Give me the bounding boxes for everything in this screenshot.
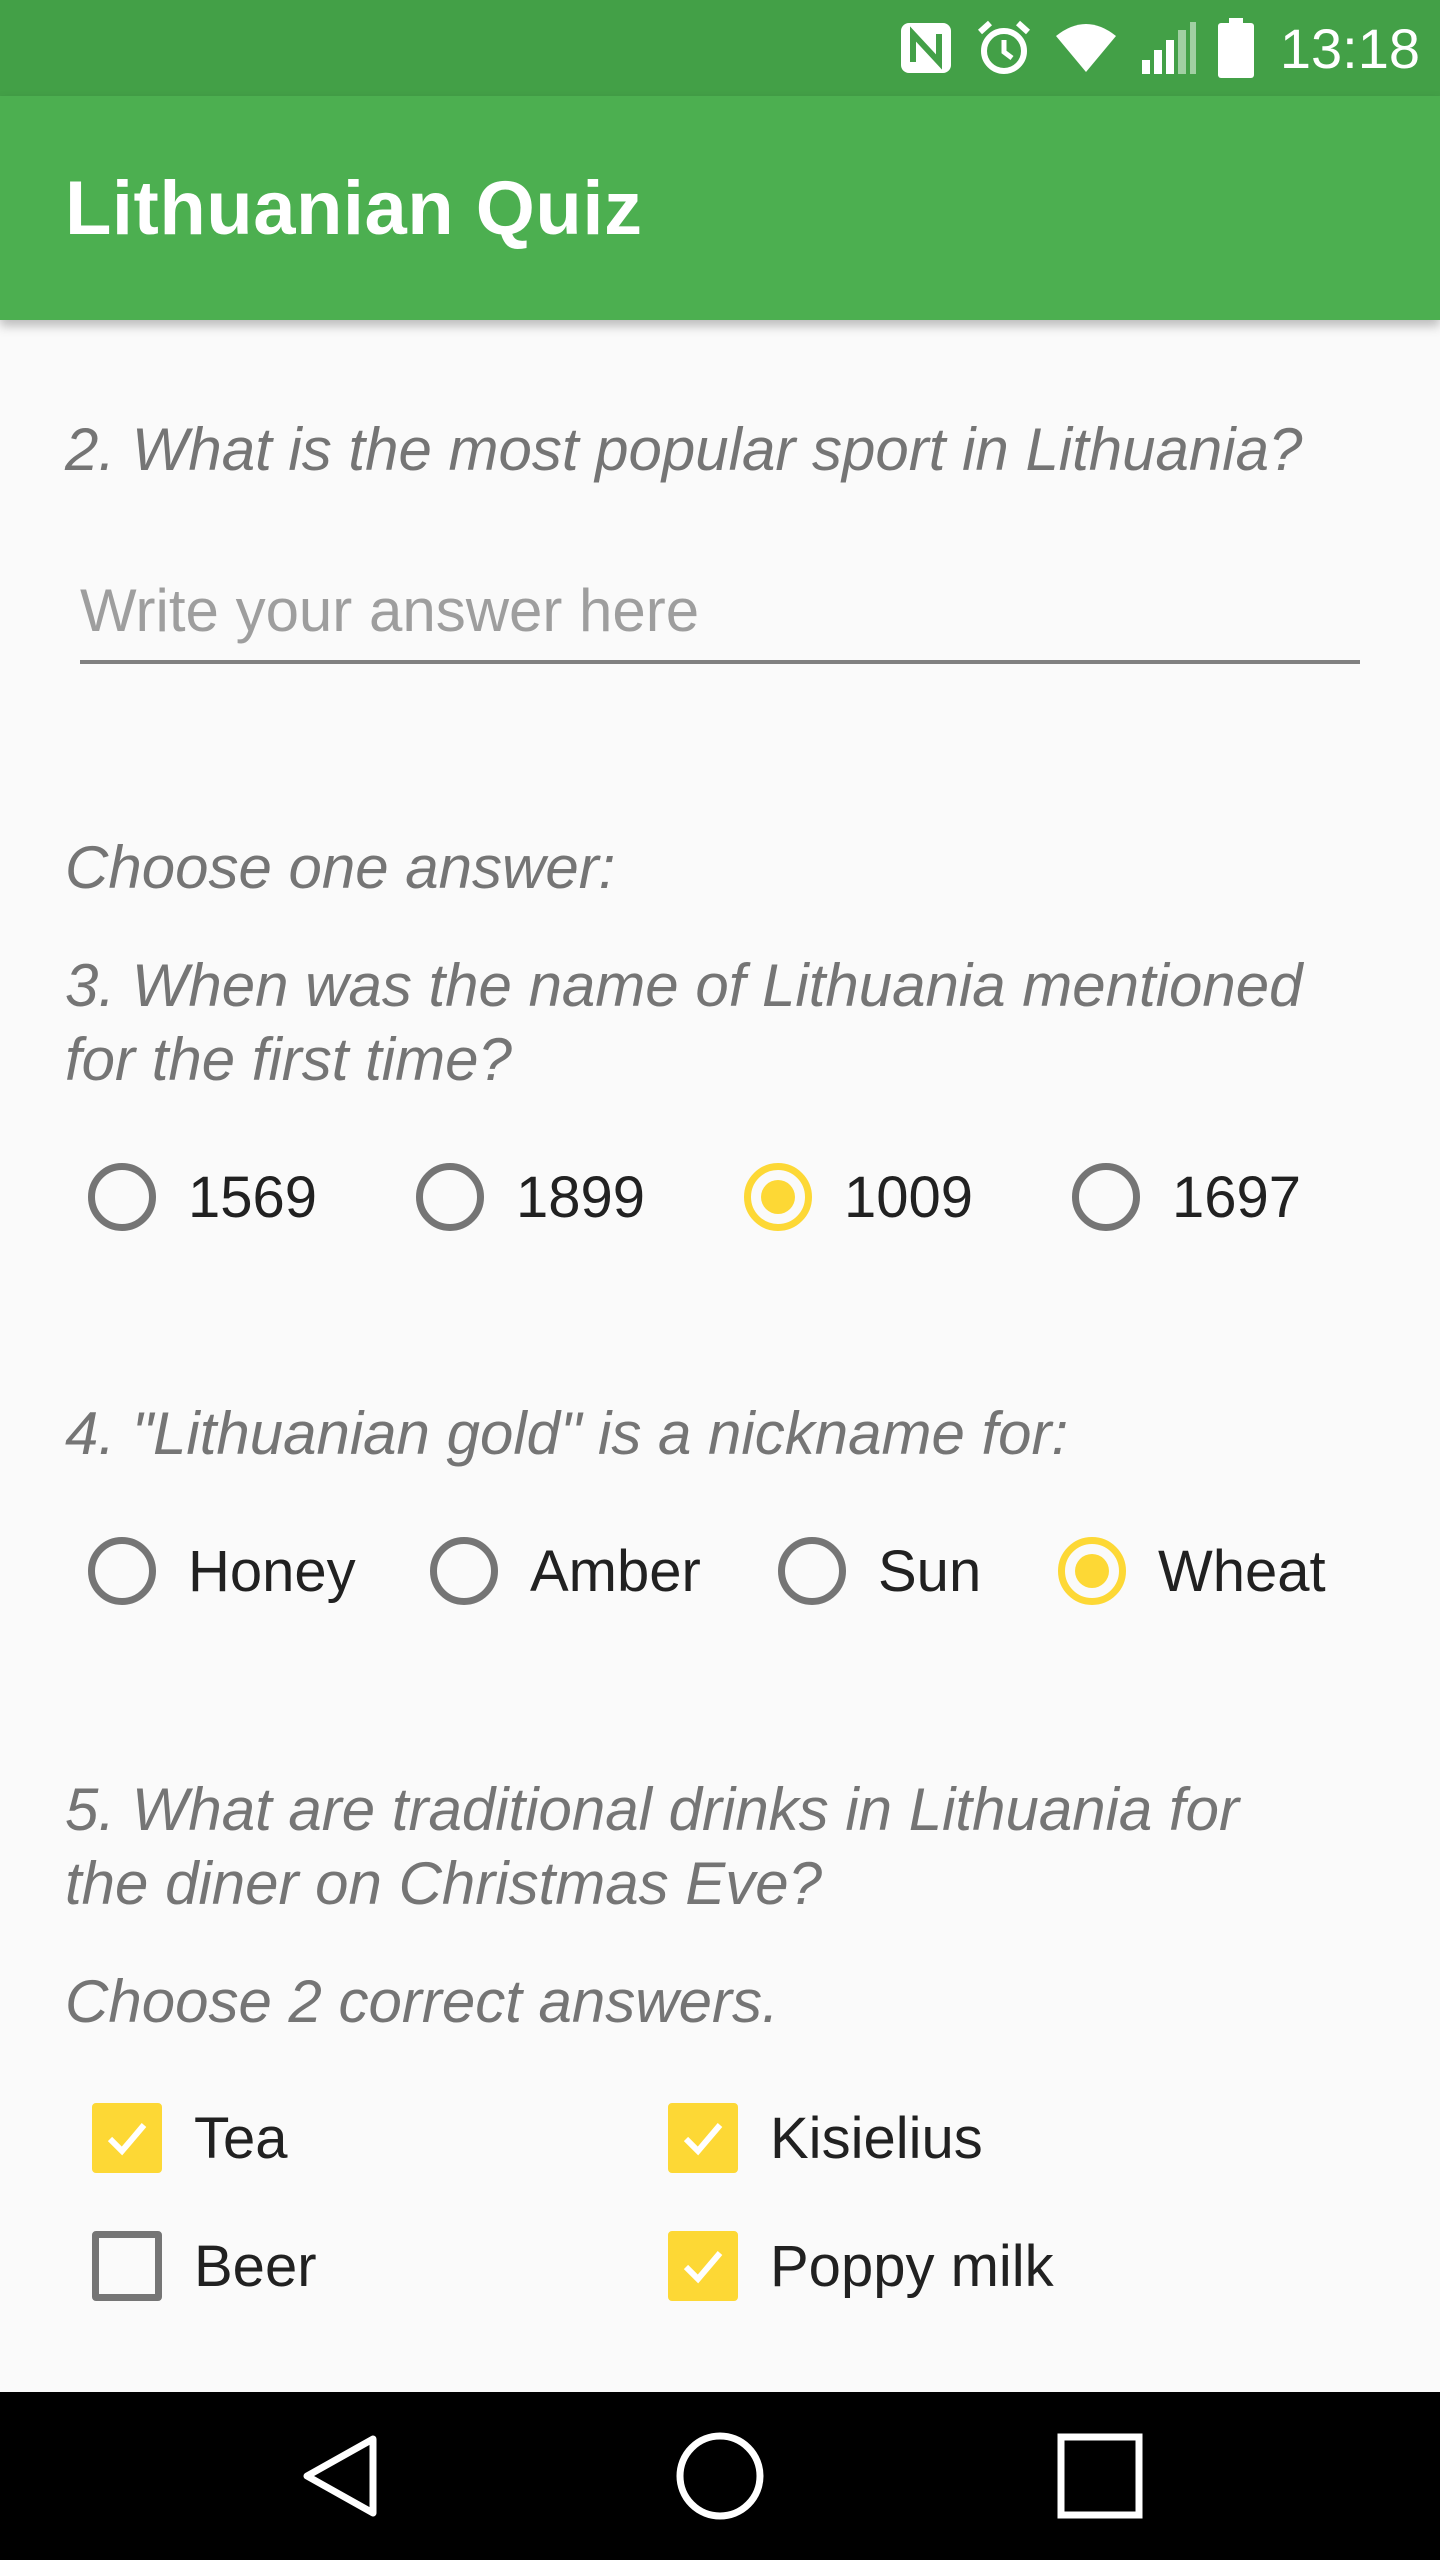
- option-label: Beer: [194, 2233, 317, 2299]
- option-label: 1899: [516, 1164, 646, 1230]
- q5-option-tea[interactable]: Tea: [92, 2103, 288, 2173]
- option-label: 1009: [844, 1164, 974, 1230]
- q2-answer-input[interactable]: [80, 560, 1360, 660]
- option-label: Poppy milk: [770, 2233, 1054, 2299]
- q5-option-kisielius[interactable]: Kisielius: [668, 2103, 983, 2173]
- q5-option-poppy-milk[interactable]: Poppy milk: [668, 2231, 1054, 2301]
- radio-button-selected[interactable]: [1058, 1537, 1126, 1605]
- checkmark-icon: [683, 2123, 723, 2156]
- battery-icon: [1217, 18, 1254, 78]
- q4-option-amber[interactable]: Amber: [430, 1537, 701, 1605]
- radio-button[interactable]: [430, 1537, 498, 1605]
- q3-question-line2: for the first time?: [65, 1026, 512, 1093]
- q5-option-beer[interactable]: Beer: [92, 2231, 317, 2301]
- radio-button[interactable]: [88, 1163, 156, 1231]
- status-bar: 13:18: [0, 0, 1440, 96]
- radio-button-selected[interactable]: [744, 1163, 812, 1231]
- q5-question-line1: 5. What are traditional drinks in Lithua…: [65, 1776, 1239, 1843]
- option-label: Honey: [188, 1538, 356, 1604]
- q4-question: 4. "Lithuanian gold" is a nickname for:: [65, 1400, 1069, 1467]
- q3-option-1569[interactable]: 1569: [88, 1163, 317, 1231]
- status-time: 13:18: [1279, 16, 1420, 80]
- app-bar: Lithuanian Quiz: [0, 96, 1440, 320]
- option-label: Wheat: [1158, 1538, 1326, 1604]
- option-label: 1697: [1172, 1164, 1302, 1230]
- q3-instruction: Choose one answer:: [65, 834, 616, 901]
- checkbox-checked[interactable]: [668, 2231, 738, 2301]
- option-label: Kisielius: [770, 2105, 983, 2171]
- signal-icon: [1138, 20, 1198, 76]
- alarm-icon: [974, 18, 1034, 78]
- checkmark-icon: [107, 2123, 147, 2156]
- home-icon: [676, 2432, 764, 2520]
- q3-option-1697[interactable]: 1697: [1072, 1163, 1301, 1231]
- option-label: Amber: [530, 1538, 701, 1604]
- radio-button[interactable]: [778, 1537, 846, 1605]
- app-title: Lithuanian Quiz: [65, 165, 643, 251]
- checkbox-checked[interactable]: [668, 2103, 738, 2173]
- q2-question: 2. What is the most popular sport in Lit…: [65, 416, 1303, 483]
- q5-question-line2: the diner on Christmas Eve?: [65, 1850, 823, 1917]
- q3-option-1009[interactable]: 1009: [744, 1163, 973, 1231]
- status-icons: 13:18: [898, 0, 1420, 96]
- radio-button[interactable]: [416, 1163, 484, 1231]
- q5-instruction: Choose 2 correct answers.: [65, 1968, 779, 2035]
- wifi-icon: [1054, 20, 1118, 76]
- navigation-bar: [0, 2392, 1440, 2560]
- q4-option-sun[interactable]: Sun: [778, 1537, 981, 1605]
- q3-option-1899[interactable]: 1899: [416, 1163, 645, 1231]
- option-label: 1569: [188, 1164, 318, 1230]
- option-label: Tea: [194, 2105, 288, 2171]
- back-icon: [303, 2435, 377, 2517]
- radio-button[interactable]: [88, 1537, 156, 1605]
- option-label: Sun: [878, 1538, 982, 1604]
- recents-icon: [1057, 2433, 1143, 2519]
- checkbox-checked[interactable]: [92, 2103, 162, 2173]
- q4-option-honey[interactable]: Honey: [88, 1537, 356, 1605]
- q2-answer-field[interactable]: [80, 560, 1360, 664]
- checkmark-icon: [683, 2251, 723, 2284]
- home-button[interactable]: [640, 2392, 800, 2560]
- checkbox[interactable]: [92, 2231, 162, 2301]
- nfc-icon: [898, 20, 954, 76]
- back-button[interactable]: [260, 2392, 420, 2560]
- q4-option-wheat[interactable]: Wheat: [1058, 1537, 1326, 1605]
- q3-question-line1: 3. When was the name of Lithuania mentio…: [65, 952, 1303, 1019]
- recents-button[interactable]: [1020, 2392, 1180, 2560]
- radio-button[interactable]: [1072, 1163, 1140, 1231]
